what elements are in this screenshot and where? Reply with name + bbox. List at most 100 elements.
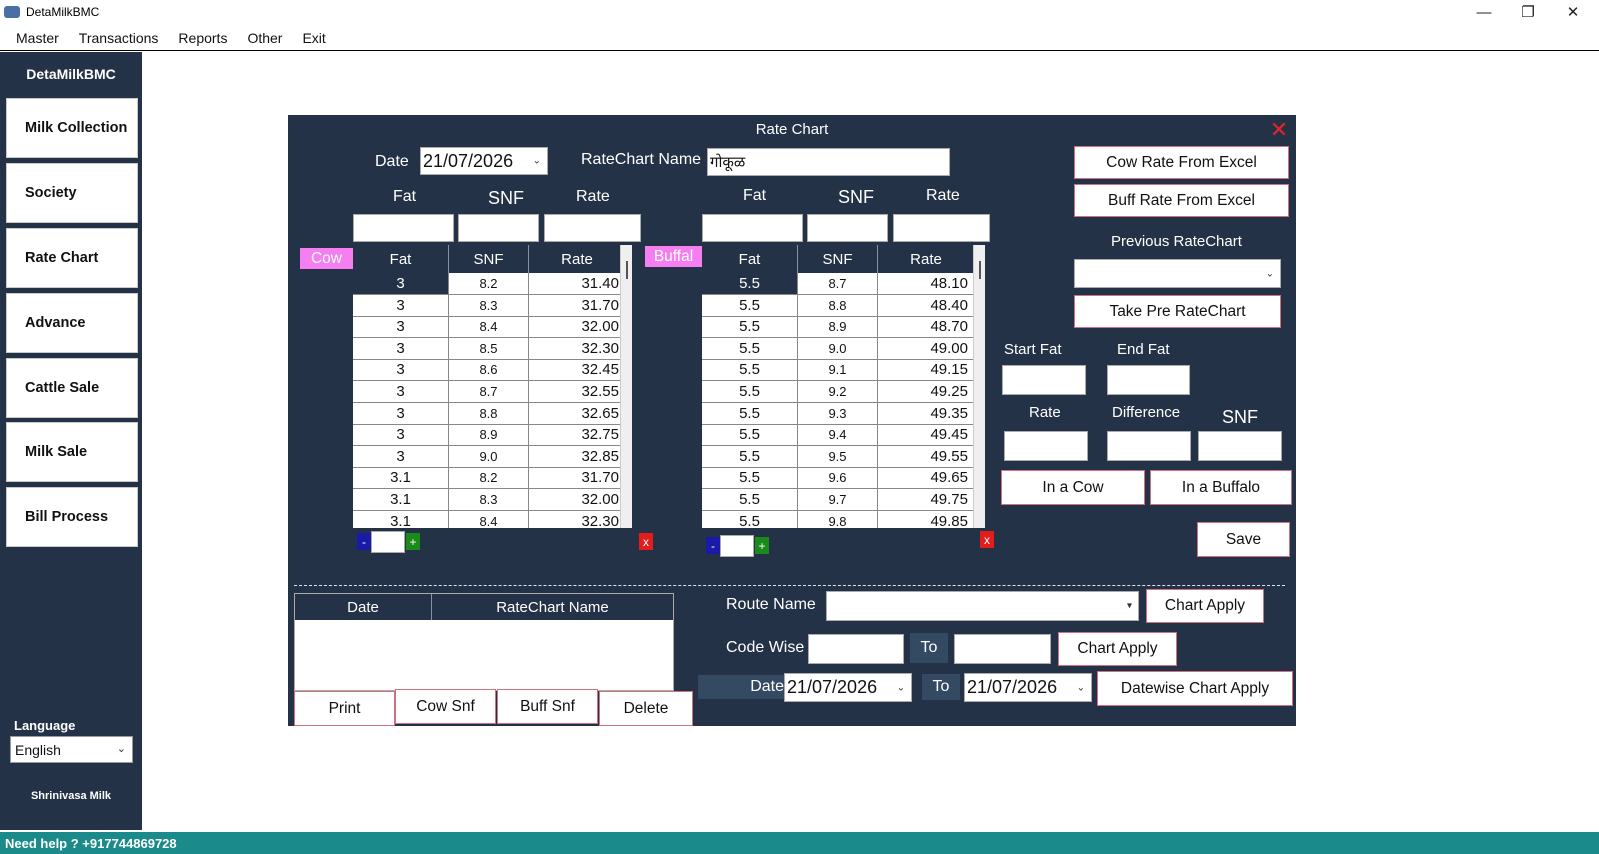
sidebar-item-society[interactable]: Society — [6, 163, 138, 223]
scroll-thumb[interactable] — [979, 261, 981, 279]
cow-snf-cell[interactable]: 8.4 — [449, 510, 529, 528]
buff-fat-cell[interactable]: 5.5 — [702, 510, 798, 528]
cow-snf-cell[interactable]: 8.9 — [449, 424, 529, 446]
buff-grid-scrollbar[interactable] — [973, 245, 985, 528]
cow-rate-cell[interactable]: 32.00 — [529, 489, 626, 510]
buff-snf-cell[interactable]: 9.3 — [798, 402, 878, 424]
cow-rate-cell[interactable]: 31.70 — [529, 294, 626, 316]
cow-table-row[interactable]: 3.1 8.4 32.30 — [353, 510, 626, 528]
delete-button[interactable]: Delete — [599, 691, 693, 726]
buff-snf-cell[interactable]: 9.8 — [798, 510, 878, 528]
buff-table-row[interactable]: 5.5 8.7 48.10 — [702, 273, 975, 295]
cow-fat-cell[interactable]: 3.1 — [353, 489, 449, 510]
code-to-input[interactable] — [954, 634, 1051, 664]
cow-step-input[interactable] — [371, 531, 405, 553]
cow-rate-from-excel-button[interactable]: Cow Rate From Excel — [1074, 146, 1289, 179]
cow-fat-cell[interactable]: 3 — [353, 359, 449, 381]
cow-table-row[interactable]: 3 8.5 32.30 — [353, 337, 626, 360]
buff-snf-cell[interactable]: 9.6 — [798, 467, 878, 489]
buff-table-row[interactable]: 5.5 9.6 49.65 — [702, 467, 975, 490]
buff-col-fat[interactable]: Fat — [702, 245, 798, 273]
menu-exit[interactable]: Exit — [292, 30, 335, 46]
buff-rate-cell[interactable]: 49.65 — [878, 467, 975, 489]
buff-fat-cell[interactable]: 5.5 — [702, 316, 798, 338]
cow-table-row[interactable]: 3 8.8 32.65 — [353, 402, 626, 425]
in-a-cow-button[interactable]: In a Cow — [1001, 470, 1145, 505]
buff-snf-cell[interactable]: 9.1 — [798, 359, 878, 381]
cow-rate-cell[interactable]: 32.75 — [529, 424, 626, 446]
list-col-name[interactable]: RateChart Name — [432, 594, 673, 620]
cow-rate-cell[interactable]: 32.65 — [529, 402, 626, 424]
buff-rate-input[interactable] — [893, 214, 990, 242]
cow-table-row[interactable]: 3 8.3 31.70 — [353, 294, 626, 317]
buff-step-input[interactable] — [720, 535, 754, 557]
cow-snf-cell[interactable]: 8.7 — [449, 381, 529, 402]
save-button[interactable]: Save — [1197, 522, 1290, 557]
cow-remove-button[interactable]: x — [639, 533, 653, 550]
buff-fat-cell[interactable]: 5.5 — [702, 359, 798, 381]
cow-snf-cell[interactable]: 8.8 — [449, 402, 529, 424]
sidebar-item-advance[interactable]: Advance — [6, 293, 138, 353]
buff-table-row[interactable]: 5.5 9.7 49.75 — [702, 489, 975, 511]
buff-rate-cell[interactable]: 48.70 — [878, 316, 975, 338]
print-button[interactable]: Print — [294, 691, 395, 726]
buff-table-row[interactable]: 5.5 9.4 49.45 — [702, 424, 975, 447]
sidebar-item-cattle-sale[interactable]: Cattle Sale — [6, 358, 138, 418]
menu-master[interactable]: Master — [6, 30, 69, 46]
in-a-buffalo-button[interactable]: In a Buffalo — [1150, 470, 1292, 505]
buff-col-snf[interactable]: SNF — [798, 245, 878, 273]
buff-snf-cell[interactable]: 8.8 — [798, 294, 878, 316]
cow-rate-cell[interactable]: 32.55 — [529, 381, 626, 402]
ratechart-name-input[interactable]: गोकूळ — [707, 148, 950, 176]
cow-table-row[interactable]: 3 8.7 32.55 — [353, 381, 626, 403]
menu-reports[interactable]: Reports — [168, 30, 237, 46]
menu-transactions[interactable]: Transactions — [69, 30, 169, 46]
cow-fat-cell[interactable]: 3.1 — [353, 510, 449, 528]
buff-rate-cell[interactable]: 49.35 — [878, 402, 975, 424]
cow-snf-cell[interactable]: 9.0 — [449, 445, 529, 467]
buff-table-row[interactable]: 5.5 9.3 49.35 — [702, 402, 975, 425]
date-picker[interactable]: 21/07/2026 ⌄ — [420, 147, 548, 175]
cow-col-rate[interactable]: Rate — [529, 245, 626, 273]
cow-fat-cell[interactable]: 3 — [353, 316, 449, 338]
cow-fat-cell[interactable]: 3 — [353, 294, 449, 316]
buff-snf-cell[interactable]: 9.2 — [798, 381, 878, 402]
cow-snf-input[interactable] — [458, 214, 539, 242]
cow-table-row[interactable]: 3.1 8.2 31.70 — [353, 467, 626, 490]
rate-input[interactable] — [1004, 431, 1088, 461]
cow-snf-cell[interactable]: 8.3 — [449, 294, 529, 316]
cow-fat-cell[interactable]: 3 — [353, 424, 449, 446]
buff-rate-cell[interactable]: 49.15 — [878, 359, 975, 381]
buff-rate-cell[interactable]: 49.25 — [878, 381, 975, 402]
sidebar-item-milk-sale[interactable]: Milk Sale — [6, 422, 138, 482]
cow-decrease-button[interactable]: - — [357, 533, 371, 550]
start-fat-input[interactable] — [1002, 365, 1086, 395]
buff-table-row[interactable]: 5.5 9.0 49.00 — [702, 337, 975, 360]
buff-rate-cell[interactable]: 49.00 — [878, 337, 975, 359]
buff-rate-cell[interactable]: 49.75 — [878, 489, 975, 510]
buff-table-row[interactable]: 5.5 9.2 49.25 — [702, 381, 975, 403]
snf-input[interactable] — [1198, 431, 1282, 461]
buff-rate-cell[interactable]: 49.45 — [878, 424, 975, 446]
buff-table-row[interactable]: 5.5 8.8 48.40 — [702, 294, 975, 317]
cow-fat-cell[interactable]: 3 — [353, 445, 449, 467]
cow-fat-cell[interactable]: 3 — [353, 381, 449, 402]
buff-table-row[interactable]: 5.5 9.1 49.15 — [702, 359, 975, 382]
buff-remove-button[interactable]: x — [980, 531, 994, 548]
cow-fat-cell[interactable]: 3.1 — [353, 467, 449, 489]
cow-snf-cell[interactable]: 8.2 — [449, 273, 529, 294]
buff-snf-cell[interactable]: 8.7 — [798, 273, 878, 294]
sidebar-item-milk-collection[interactable]: Milk Collection — [6, 98, 138, 158]
cow-fat-cell[interactable]: 3 — [353, 402, 449, 424]
code-from-input[interactable] — [808, 634, 904, 664]
cow-table-row[interactable]: 3 9.0 32.85 — [353, 445, 626, 468]
close-icon[interactable]: ✕ — [1268, 119, 1290, 141]
buff-snf-cell[interactable]: 9.7 — [798, 489, 878, 510]
buff-fat-cell[interactable]: 5.5 — [702, 402, 798, 424]
buff-table-row[interactable]: 5.5 9.8 49.85 — [702, 510, 975, 528]
route-name-select[interactable]: ▾ — [826, 591, 1139, 621]
cow-rate-input[interactable] — [544, 214, 641, 242]
cow-fat-cell[interactable]: 3 — [353, 273, 449, 294]
cow-table-row[interactable]: 3 8.2 31.40 — [353, 273, 626, 295]
maximize-button[interactable]: ❐ — [1506, 0, 1550, 24]
